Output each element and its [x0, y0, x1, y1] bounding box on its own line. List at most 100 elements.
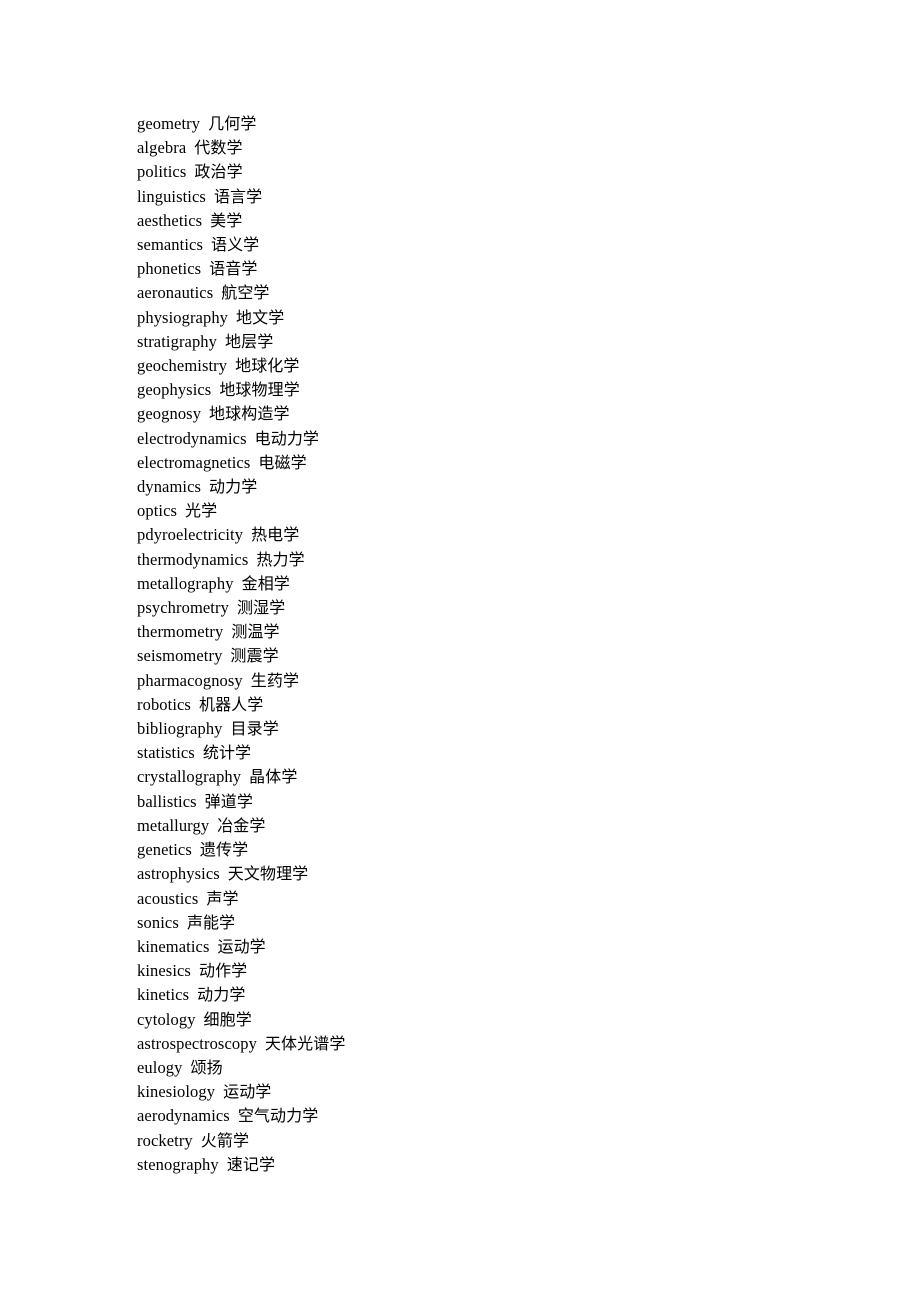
term-english: geochemistry [137, 356, 228, 376]
term-english: phonetics [137, 259, 202, 279]
term-chinese: 电动力学 [254, 428, 320, 448]
term-chinese: 细胞学 [203, 1009, 252, 1029]
term-english: astrophysics [137, 864, 220, 884]
term-chinese: 地球化学 [235, 356, 300, 376]
term-chinese: 光学 [185, 501, 218, 521]
glossary-entry: optics 光学 [137, 499, 345, 523]
glossary-entry: geophysics 地球物理学 [137, 378, 345, 402]
term-chinese: 火箭学 [200, 1130, 250, 1150]
term-english: dynamics [137, 477, 202, 497]
term-chinese: 生药学 [250, 670, 300, 690]
term-chinese: 电磁学 [258, 452, 307, 472]
term-english: aerodynamics [137, 1106, 230, 1126]
term-english: stenography [137, 1154, 219, 1174]
term-english: electromagnetics [137, 452, 251, 472]
glossary-entry: electrodynamics 电动力学 [137, 427, 345, 451]
term-english: aeronautics [137, 283, 214, 303]
term-chinese: 晶体学 [249, 767, 298, 787]
glossary-entry: dynamics 动力学 [137, 475, 345, 499]
glossary-entry: pharmacognosy 生药学 [137, 669, 345, 693]
term-english: seismometry [137, 646, 223, 666]
glossary-entry: aerodynamics 空气动力学 [137, 1104, 345, 1128]
term-chinese: 地文学 [236, 307, 285, 327]
term-chinese: 天文物理学 [227, 864, 309, 884]
glossary-entry: seismometry 测震学 [137, 644, 345, 668]
term-chinese: 测湿学 [236, 598, 286, 618]
term-english: cytology [137, 1009, 196, 1029]
glossary-entry: sonics 声能学 [137, 911, 345, 935]
term-chinese: 热电学 [251, 525, 300, 545]
term-english: astrospectroscopy [137, 1033, 257, 1053]
glossary-entry: robotics 机器人学 [137, 693, 345, 717]
term-english: bibliography [137, 719, 223, 739]
term-english: genetics [137, 840, 192, 860]
term-english: aesthetics [137, 210, 203, 230]
glossary-entry: physiography 地文学 [137, 306, 345, 330]
term-chinese: 机器人学 [198, 694, 264, 714]
term-chinese: 地层学 [225, 331, 274, 351]
glossary-entry: ballistics 弹道学 [137, 790, 345, 814]
term-chinese: 语言学 [213, 186, 263, 206]
term-chinese: 航空学 [221, 283, 270, 303]
glossary-entry: eulogy 颂扬 [137, 1056, 345, 1080]
glossary-entry: kinematics 运动学 [137, 935, 345, 959]
glossary-entry: semantics 语义学 [137, 233, 345, 257]
term-chinese: 语义学 [210, 235, 260, 255]
term-english: kinematics [137, 936, 210, 956]
term-english: electrodynamics [137, 428, 247, 448]
term-english: stratigraphy [137, 331, 218, 351]
glossary-entry: phonetics 语音学 [137, 257, 345, 281]
glossary-list: geometry 几何学 algebra 代数学 politics 政治学 linguist… [137, 112, 345, 1177]
glossary-entry: electromagnetics 电磁学 [137, 451, 345, 475]
term-english: metallurgy [137, 815, 210, 835]
glossary-entry: astrospectroscopy 天体光谱学 [137, 1032, 345, 1056]
glossary-entry: thermometry 测温学 [137, 620, 345, 644]
glossary-entry: geognosy 地球构造学 [137, 402, 345, 426]
document-page: geometry 几何学 algebra 代数学 politics 政治学 linguist… [0, 0, 920, 1302]
term-chinese: 声能学 [186, 912, 236, 932]
glossary-entry: kinesiology 运动学 [137, 1080, 345, 1104]
term-english: physiography [137, 307, 229, 327]
term-english: crystallography [137, 767, 242, 787]
term-chinese: 冶金学 [217, 815, 266, 835]
term-chinese: 速记学 [226, 1154, 276, 1174]
term-english: acoustics [137, 888, 199, 908]
term-english: rocketry [137, 1130, 193, 1150]
glossary-entry: acoustics 声学 [137, 887, 345, 911]
glossary-entry: algebra 代数学 [137, 136, 345, 160]
glossary-entry: stratigraphy 地层学 [137, 330, 345, 354]
term-chinese: 动力学 [209, 477, 258, 497]
glossary-entry: geometry 几何学 [137, 112, 345, 136]
term-english: algebra [137, 138, 187, 158]
term-english: pharmacognosy [137, 670, 243, 690]
term-chinese: 弹道学 [204, 791, 253, 811]
term-english: geognosy [137, 404, 202, 424]
term-english: metallography [137, 573, 234, 593]
term-english: eulogy [137, 1057, 183, 1077]
term-chinese: 动作学 [198, 961, 248, 981]
glossary-entry: kinesics 动作学 [137, 959, 345, 983]
term-chinese: 遗传学 [199, 840, 249, 860]
term-chinese: 语音学 [209, 259, 258, 279]
term-english: thermodynamics [137, 549, 249, 569]
term-english: kinesics [137, 961, 191, 981]
term-chinese: 颂扬 [190, 1057, 223, 1077]
glossary-entry: bibliography 目录学 [137, 717, 345, 741]
term-english: kinetics [137, 985, 190, 1005]
glossary-entry: aesthetics 美学 [137, 209, 345, 233]
glossary-entry: rocketry 火箭学 [137, 1129, 345, 1153]
term-chinese: 几何学 [208, 114, 257, 133]
glossary-entry: crystallography 晶体学 [137, 765, 345, 789]
glossary-entry: kinetics 动力学 [137, 983, 345, 1007]
term-chinese: 运动学 [223, 1082, 272, 1102]
term-chinese: 运动学 [217, 936, 266, 956]
term-chinese: 热力学 [256, 549, 305, 569]
glossary-entry: linguistics 语言学 [137, 185, 345, 209]
term-english: kinesiology [137, 1082, 216, 1102]
term-english: politics [137, 162, 187, 182]
term-chinese: 空气动力学 [237, 1106, 319, 1126]
glossary-entry: psychrometry 测湿学 [137, 596, 345, 620]
term-english: linguistics [137, 186, 206, 206]
term-english: ballistics [137, 791, 197, 811]
term-english: statistics [137, 743, 195, 763]
